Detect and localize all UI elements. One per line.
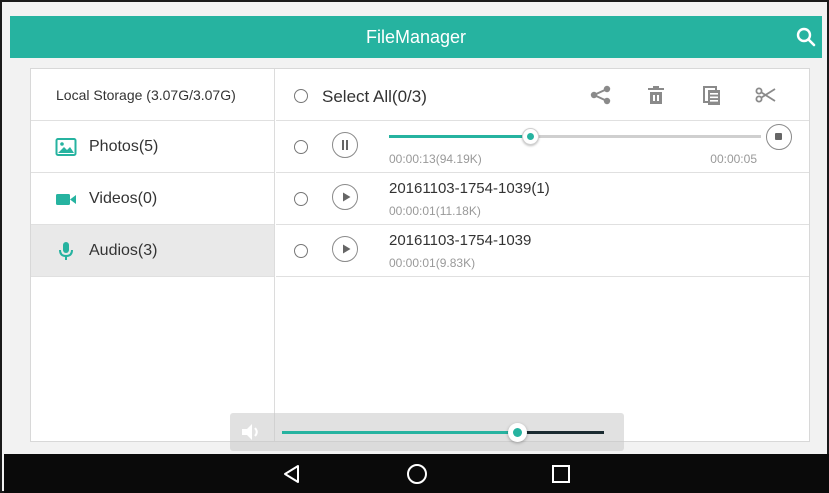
speaker-icon	[242, 424, 258, 440]
playback-progress-thumb[interactable]	[522, 128, 540, 145]
storage-label: Local Storage (3.07G/3.07G)	[31, 69, 274, 121]
row-select-radio[interactable]	[294, 244, 308, 258]
volume-slider-fill	[282, 431, 518, 434]
file-manager-panel: Local Storage (3.07G/3.07G) Photos(5) Vi…	[30, 68, 810, 442]
sidebar-item-label: Audios(3)	[89, 242, 158, 259]
audio-row-playing[interactable]: 00:00:13(94.19K) 00:00:05	[276, 121, 809, 173]
file-list-area: Select All(0/3) 00:00:13(94.19K) 00:00:0…	[276, 69, 809, 441]
audio-file-meta: 00:00:01(9.83K)	[389, 256, 476, 270]
home-icon[interactable]	[405, 462, 429, 486]
recent-apps-icon[interactable]	[549, 462, 573, 486]
sidebar-item-audios[interactable]: Audios(3)	[31, 225, 274, 277]
sidebar-item-videos[interactable]: Videos(0)	[31, 173, 274, 225]
pause-icon	[342, 140, 348, 150]
audio-file-meta: 00:00:01(11.18K)	[389, 204, 481, 218]
audio-file-name: 20161103-1754-1039(1)	[389, 180, 550, 197]
pause-button[interactable]	[332, 132, 358, 158]
playback-progress-bar[interactable]	[389, 128, 761, 145]
share-icon[interactable]	[589, 83, 613, 107]
sidebar-item-label: Videos(0)	[89, 190, 158, 207]
cut-icon[interactable]	[754, 83, 778, 107]
copy-icon[interactable]	[700, 83, 724, 107]
system-nav-bar	[4, 454, 829, 493]
play-icon	[343, 192, 351, 202]
audio-row[interactable]: 20161103-1754-1039 00:00:01(9.83K)	[276, 225, 809, 277]
image-icon	[55, 138, 77, 156]
volume-overlay	[230, 413, 624, 451]
back-icon[interactable]	[280, 462, 304, 486]
list-toolbar: Select All(0/3)	[276, 69, 809, 121]
video-camera-icon	[56, 194, 76, 205]
stop-button[interactable]	[766, 124, 792, 150]
row-select-radio[interactable]	[294, 192, 308, 206]
sidebar-item-label: Photos(5)	[89, 138, 159, 155]
row-select-radio[interactable]	[294, 140, 308, 154]
duration-time: 00:00:05	[710, 152, 757, 166]
audio-file-name: 20161103-1754-1039	[389, 232, 532, 249]
audio-row[interactable]: 20161103-1754-1039(1) 00:00:01(11.18K)	[276, 173, 809, 225]
select-all-radio[interactable]	[294, 89, 308, 103]
play-button[interactable]	[332, 236, 358, 262]
delete-icon[interactable]	[644, 83, 668, 107]
app-title: FileManager	[365, 27, 467, 47]
elapsed-time: 00:00:13(94.19K)	[389, 152, 482, 166]
volume-slider[interactable]	[282, 423, 604, 442]
sidebar-item-photos[interactable]: Photos(5)	[31, 121, 274, 173]
device-screen: FileManager Local Storage (3.07G/3.07G) …	[0, 0, 829, 493]
sidebar: Local Storage (3.07G/3.07G) Photos(5) Vi…	[31, 69, 275, 441]
volume-slider-thumb[interactable]	[508, 423, 528, 442]
title-bar: FileManager	[10, 16, 822, 58]
search-icon[interactable]	[794, 25, 818, 49]
play-button[interactable]	[332, 184, 358, 210]
playback-progress-fill	[389, 135, 531, 138]
play-icon	[343, 244, 351, 254]
select-all-label[interactable]: Select All(0/3)	[322, 69, 427, 125]
microphone-icon	[59, 242, 73, 260]
